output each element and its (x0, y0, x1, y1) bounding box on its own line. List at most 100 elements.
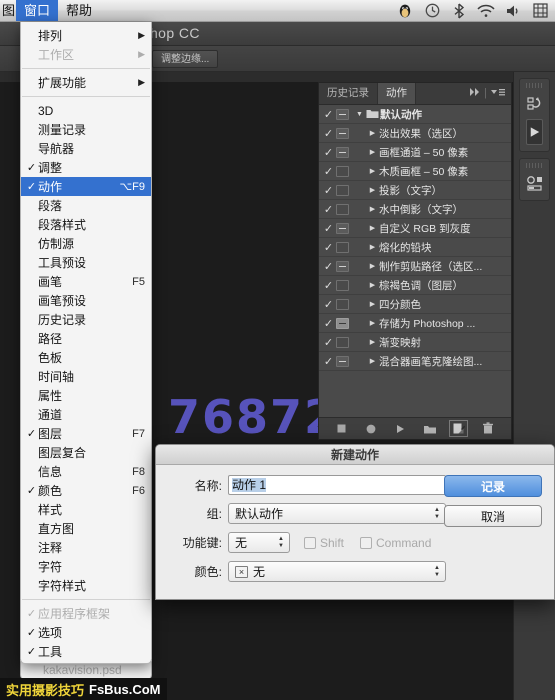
chevron-right-icon[interactable]: ▶ (366, 319, 379, 327)
chevron-right-icon[interactable]: ▶ (366, 148, 379, 156)
panel-menu-icon[interactable] (490, 84, 506, 102)
chevron-down-icon[interactable]: ▼ (353, 111, 366, 118)
action-row[interactable]: ✓▶渐变映射 (319, 333, 511, 352)
menu-item-色板[interactable]: 色板 (21, 348, 151, 367)
action-toggle-check-icon[interactable]: ✓ (321, 146, 336, 159)
action-row[interactable]: ✓▶木质画框 – 50 像素 (319, 162, 511, 181)
action-toggle-check-icon[interactable]: ✓ (321, 222, 336, 235)
menu-item-字符样式[interactable]: 字符样式 (21, 576, 151, 595)
history-icon[interactable] (520, 91, 549, 117)
input-method-icon[interactable] (531, 3, 549, 19)
menu-item-3D[interactable]: 3D (21, 101, 151, 120)
menu-item-调整[interactable]: ✓调整 (21, 158, 151, 177)
dock-group-history[interactable] (519, 78, 550, 152)
collapse-panels-icon[interactable] (469, 84, 481, 102)
menu-item-动作[interactable]: ✓动作⌥F9 (21, 177, 151, 196)
new-action-icon[interactable] (450, 421, 467, 436)
menu-item-画笔预设[interactable]: 画笔预设 (21, 291, 151, 310)
action-toggle-check-icon[interactable]: ✓ (321, 336, 336, 349)
action-toggle-check-icon[interactable]: ✓ (321, 241, 336, 254)
menu-item-选项[interactable]: ✓选项 (21, 623, 151, 642)
action-toggle-check-icon[interactable]: ✓ (321, 279, 336, 292)
dialog-toggle-icon[interactable] (336, 261, 349, 272)
menu-item-样式[interactable]: 样式 (21, 500, 151, 519)
action-color-select[interactable]: × 无 ▲▼ (228, 561, 446, 582)
actions-list[interactable]: ✓▼默认动作✓▶淡出效果（选区）✓▶画框通道 – 50 像素✓▶木质画框 – 5… (319, 105, 511, 417)
chevron-updown-icon[interactable]: ▲▼ (432, 506, 442, 522)
menu-item-画笔[interactable]: 画笔F5 (21, 272, 151, 291)
action-toggle-check-icon[interactable]: ✓ (321, 317, 336, 330)
action-toggle-check-icon[interactable]: ✓ (321, 260, 336, 273)
action-toggle-check-icon[interactable]: ✓ (321, 184, 336, 197)
dialog-toggle-icon[interactable] (336, 223, 349, 234)
menu-item-图层[interactable]: ✓图层F7 (21, 424, 151, 443)
menu-item-路径[interactable]: 路径 (21, 329, 151, 348)
dialog-toggle-icon[interactable] (336, 109, 349, 120)
dialog-toggle-icon[interactable] (336, 337, 349, 348)
action-toggle-check-icon[interactable]: ✓ (321, 298, 336, 311)
menu-item-历史记录[interactable]: 历史记录 (21, 310, 151, 329)
menu-item-注释[interactable]: 注释 (21, 538, 151, 557)
chevron-right-icon[interactable]: ▶ (366, 300, 379, 308)
menubar-item-window[interactable]: 窗口 (16, 0, 58, 21)
action-toggle-check-icon[interactable]: ✓ (321, 355, 336, 368)
dock-grip[interactable] (526, 83, 543, 88)
action-row[interactable]: ✓▶投影（文字） (319, 181, 511, 200)
actions-panel[interactable]: 历史记录 动作 | ✓▼默认动作✓▶淡出效果（选区）✓▶画框通道 – 50 像素… (318, 82, 512, 440)
refine-edge-button[interactable]: 调整边缘... (152, 50, 218, 68)
action-row[interactable]: ✓▼默认动作 (319, 105, 511, 124)
new-action-dialog[interactable]: 新建动作 名称: 动作 1 组: 默认动作 ▲▼ 功能键: 无 ▲▼ Shi (155, 444, 555, 600)
action-name-input[interactable]: 动作 1 (228, 475, 446, 495)
checkbox-box[interactable] (360, 537, 372, 549)
record-icon[interactable] (362, 421, 379, 436)
menubar-item-0[interactable]: 图 (0, 0, 16, 21)
chevron-right-icon[interactable]: ▶ (366, 167, 379, 175)
chevron-right-icon[interactable]: ▶ (366, 262, 379, 270)
chevron-right-icon[interactable]: ▶ (366, 357, 379, 365)
action-row[interactable]: ✓▶熔化的铅块 (319, 238, 511, 257)
volume-icon[interactable] (504, 3, 522, 19)
chevron-updown-icon[interactable]: ▲▼ (276, 535, 286, 551)
menu-item-属性[interactable]: 属性 (21, 386, 151, 405)
chevron-updown-icon[interactable]: ▲▼ (432, 564, 442, 580)
checkbox-box[interactable] (304, 537, 316, 549)
dialog-toggle-icon[interactable] (336, 299, 349, 310)
menu-item-直方图[interactable]: 直方图 (21, 519, 151, 538)
chevron-right-icon[interactable]: ▶ (366, 129, 379, 137)
action-row[interactable]: ✓▶四分颜色 (319, 295, 511, 314)
action-toggle-check-icon[interactable]: ✓ (321, 203, 336, 216)
action-row[interactable]: ✓▶水中倒影（文字） (319, 200, 511, 219)
cancel-button[interactable]: 取消 (444, 505, 542, 527)
right-dock[interactable] (513, 72, 555, 700)
function-key-select[interactable]: 无 ▲▼ (228, 532, 290, 553)
action-row[interactable]: ✓▶画框通道 – 50 像素 (319, 143, 511, 162)
play-icon[interactable] (392, 421, 409, 436)
dialog-toggle-icon[interactable] (336, 166, 349, 177)
macos-menubar[interactable]: 图 窗口 帮助 (0, 0, 555, 22)
menu-item-排列[interactable]: 排列▶ (21, 26, 151, 45)
dialog-toggle-icon[interactable] (336, 147, 349, 158)
wifi-icon[interactable] (477, 3, 495, 19)
menu-item-段落[interactable]: 段落 (21, 196, 151, 215)
dock-grip[interactable] (526, 163, 543, 168)
menu-item-时间轴[interactable]: 时间轴 (21, 367, 151, 386)
dialog-toggle-icon[interactable] (336, 280, 349, 291)
qq-penguin-icon[interactable] (396, 3, 414, 19)
bluetooth-icon[interactable] (450, 3, 468, 19)
window-menu-dropdown[interactable]: 排列▶工作区▶扩展功能▶3D测量记录导航器✓调整✓动作⌥F9段落段落样式仿制源工… (20, 22, 152, 664)
panel-tab-controls[interactable]: | (464, 84, 511, 104)
menu-item-图层复合[interactable]: 图层复合 (21, 443, 151, 462)
tab-history[interactable]: 历史记录 (319, 83, 378, 104)
chevron-right-icon[interactable]: ▶ (366, 243, 379, 251)
menu-item-测量记录[interactable]: 测量记录 (21, 120, 151, 139)
menu-item-工具预设[interactable]: 工具预设 (21, 253, 151, 272)
chevron-right-icon[interactable]: ▶ (366, 224, 379, 232)
dialog-toggle-icon[interactable] (336, 242, 349, 253)
record-button[interactable]: 记录 (444, 475, 542, 497)
menu-item-颜色[interactable]: ✓颜色F6 (21, 481, 151, 500)
new-set-icon[interactable] (421, 421, 438, 436)
menu-item-仿制源[interactable]: 仿制源 (21, 234, 151, 253)
action-toggle-check-icon[interactable]: ✓ (321, 108, 336, 121)
dialog-toggle-icon[interactable] (336, 128, 349, 139)
menu-item-信息[interactable]: 信息F8 (21, 462, 151, 481)
